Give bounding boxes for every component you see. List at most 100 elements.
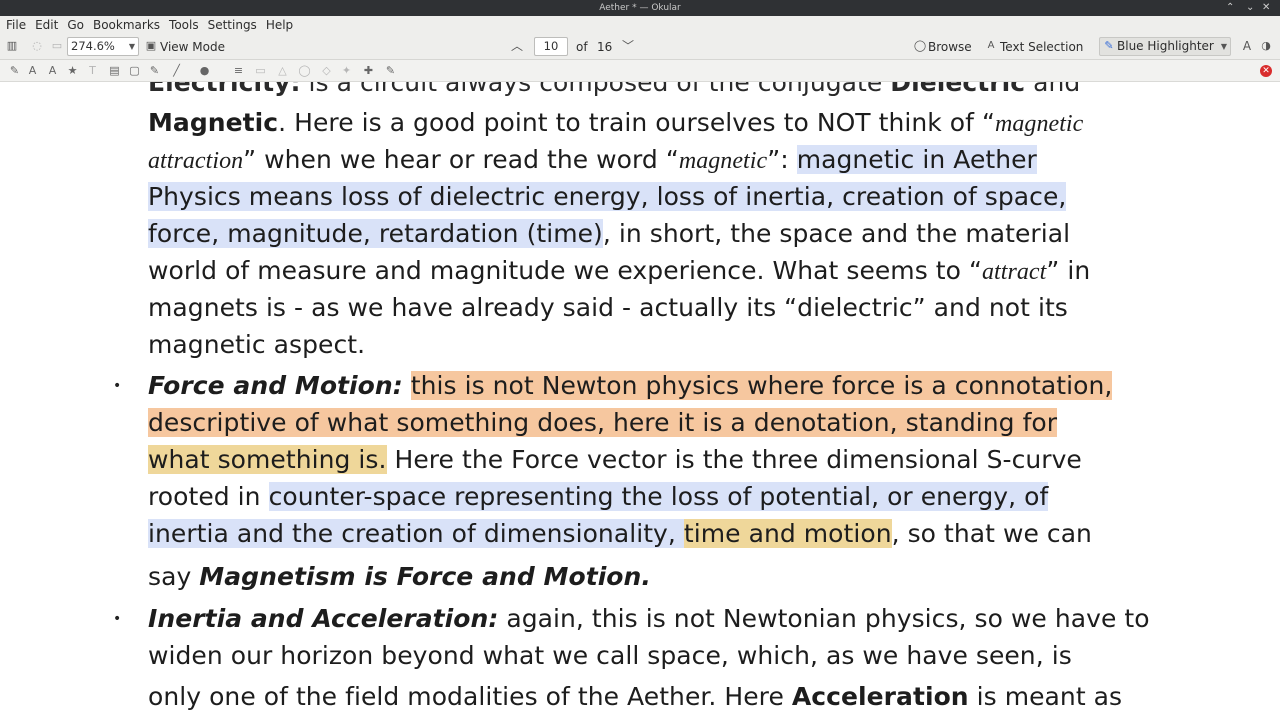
- hand-icon: ◯: [913, 39, 927, 52]
- doc-line-11: rooted in counter-space representing the…: [148, 480, 1049, 514]
- zoom-value: 274.6%: [71, 39, 115, 53]
- window-title: Aether * — Okular: [599, 3, 681, 13]
- serif-word: magnetic: [994, 111, 1084, 137]
- minimize-icon[interactable]: ⌃: [1226, 2, 1234, 14]
- highlighter-label: Blue Highlighter: [1117, 39, 1214, 53]
- chevron-down-icon[interactable]: ﹀: [621, 39, 635, 53]
- menu-bookmarks[interactable]: Bookmarks: [93, 17, 160, 33]
- doc-line-8: Force and Motion: this is not Newton phy…: [148, 369, 1113, 403]
- text-run: only one of the field modalities of the …: [148, 682, 792, 711]
- highlighter-button[interactable]: ✎ Blue Highlighter ▼: [1099, 37, 1231, 56]
- bullet-marker: •: [113, 611, 122, 627]
- typewriter-icon[interactable]: T: [86, 64, 99, 78]
- text-run: ”:: [767, 145, 797, 174]
- zoom-out-icon[interactable]: ◌: [30, 39, 44, 53]
- document-page[interactable]: Electricity: is a circuit always compose…: [0, 82, 1280, 720]
- zoom-select[interactable]: 274.6% ▼: [67, 37, 139, 56]
- text-run: . Here is a good point to train ourselve…: [278, 108, 995, 137]
- orange-highlight: what something is.: [148, 445, 387, 474]
- list-icon[interactable]: ≡: [232, 64, 245, 78]
- main-toolbar: ▥ ◌ ▭ 274.6% ▼ ▣ View Mode ︿ 10 of 16 ﹀ …: [0, 34, 1280, 60]
- text-run: magnetic aspect.: [148, 330, 366, 359]
- orange-highlight: this is not Newton physics where force i…: [410, 371, 1113, 400]
- doc-line-6: magnets is - as we have already said - a…: [148, 291, 1068, 325]
- doc-line-14: Inertia and Acceleration: again, this is…: [148, 602, 1150, 636]
- menu-file[interactable]: File: [6, 17, 26, 33]
- term-acceleration: Acceleration: [791, 682, 969, 711]
- doc-line-9: descriptive of what something does, here…: [148, 406, 1058, 440]
- doc-line-10: what something is. Here the Force vector…: [148, 443, 1082, 477]
- text-run: is a circuit always composed of the conj…: [300, 82, 891, 97]
- blue-highlight: magnetic in Aether: [796, 145, 1037, 174]
- text-run: rooted in: [148, 482, 269, 511]
- underline-icon[interactable]: A: [46, 64, 59, 78]
- text-run: [403, 371, 411, 400]
- doc-line-12: inertia and the creation of dimensionali…: [148, 517, 1092, 551]
- term-inertia-and-acceleration: Inertia and Acceleration:: [148, 604, 499, 633]
- star-icon[interactable]: ★: [66, 64, 79, 78]
- maximize-icon[interactable]: ⌄: [1246, 2, 1254, 14]
- close-window-icon[interactable]: ✕: [1262, 2, 1270, 14]
- highlighter-icon: ✎: [1104, 39, 1114, 52]
- chevron-down-icon: ▼: [1220, 42, 1227, 51]
- menu-settings[interactable]: Settings: [208, 17, 257, 33]
- text-run: ” in: [1046, 256, 1091, 285]
- chevron-up-icon[interactable]: ︿: [510, 39, 524, 53]
- note-icon[interactable]: ▤: [108, 64, 121, 78]
- annotation-toolbar: ✎ A A ★ T ▤ ▢ ✎ ╱ ● ≡ ▭ △ ◯ ◇ ✦ ✚ ✎ ✕: [0, 60, 1280, 82]
- pen-icon[interactable]: ✎: [8, 64, 21, 78]
- chevron-down-icon: ▼: [128, 42, 135, 51]
- highlight-icon[interactable]: A: [26, 64, 39, 78]
- contrast-icon[interactable]: ◑: [1259, 39, 1273, 53]
- view-mode-button[interactable]: View Mode: [160, 38, 225, 56]
- menu-tools[interactable]: Tools: [169, 17, 199, 33]
- sidebar-toggle-icon[interactable]: ▥: [5, 39, 19, 53]
- browse-button[interactable]: Browse: [928, 38, 972, 56]
- stamp-icon[interactable]: ●: [198, 64, 211, 78]
- polygon-icon[interactable]: △: [276, 64, 289, 78]
- text-run: world of measure and magnitude we experi…: [148, 256, 982, 285]
- orange-highlight: time and motion: [683, 519, 892, 548]
- doc-line-16: only one of the field modalities of the …: [148, 680, 1122, 714]
- geometry-icon[interactable]: ◇: [320, 64, 333, 78]
- text-run: magnets is - as we have already said - a…: [148, 293, 1068, 322]
- quick-tool-icon[interactable]: ✎: [384, 64, 397, 78]
- menu-help[interactable]: Help: [266, 17, 293, 33]
- doc-line-13: say Magnetism is Force and Motion.: [148, 560, 651, 594]
- text-run: is meant as: [968, 682, 1123, 711]
- serif-word: attract: [981, 259, 1047, 285]
- orange-highlight: descriptive of what something does, here…: [148, 408, 1058, 437]
- doc-line-1: Magnetic. Here is a good point to train …: [148, 106, 1083, 141]
- doc-line-7: magnetic aspect.: [148, 328, 365, 362]
- term-magnetism: Magnetism is Force and Motion.: [199, 562, 651, 591]
- page-number-input[interactable]: 10: [534, 37, 568, 56]
- term-magnetic: Magnetic: [148, 108, 279, 137]
- text-selection-button[interactable]: Text Selection: [1000, 38, 1083, 56]
- text-run: widen our horizon beyond what we call sp…: [148, 641, 1072, 670]
- blue-highlight: Physics means loss of dielectric energy,…: [148, 182, 1067, 211]
- serif-word: magnetic: [678, 148, 768, 174]
- blue-highlight: force, magnitude, retardation (time): [148, 219, 603, 248]
- view-mode-icon: ▣: [145, 39, 157, 52]
- text-run: , so that we can: [891, 519, 1092, 548]
- doc-line-0: Electricity: is a circuit always compose…: [148, 82, 1080, 100]
- doc-line-4: force, magnitude, retardation (time), in…: [148, 217, 1070, 251]
- settings-icon[interactable]: ✚: [362, 64, 375, 78]
- annotation-icon[interactable]: A: [1240, 39, 1254, 53]
- ellipse-icon[interactable]: ◯: [298, 64, 311, 78]
- zoom-in-icon[interactable]: ▭: [50, 39, 64, 53]
- line-icon[interactable]: ╱: [170, 64, 183, 78]
- text-run: and: [1025, 82, 1081, 97]
- menu-edit[interactable]: Edit: [35, 17, 58, 33]
- pin-icon[interactable]: ✦: [340, 64, 353, 78]
- doc-line-15: widen our horizon beyond what we call sp…: [148, 639, 1072, 673]
- close-icon[interactable]: ✕: [1260, 65, 1272, 77]
- bullet-marker: •: [113, 378, 122, 394]
- text-cursor-icon: A: [987, 40, 995, 51]
- text-run: say: [148, 562, 200, 591]
- doc-line-2: attraction” when we hear or read the wor…: [148, 143, 1037, 178]
- freehand-icon[interactable]: ✎: [148, 64, 161, 78]
- inline-note-icon[interactable]: ▢: [128, 64, 141, 78]
- menu-go[interactable]: Go: [67, 17, 84, 33]
- rectangle-icon[interactable]: ▭: [254, 64, 267, 78]
